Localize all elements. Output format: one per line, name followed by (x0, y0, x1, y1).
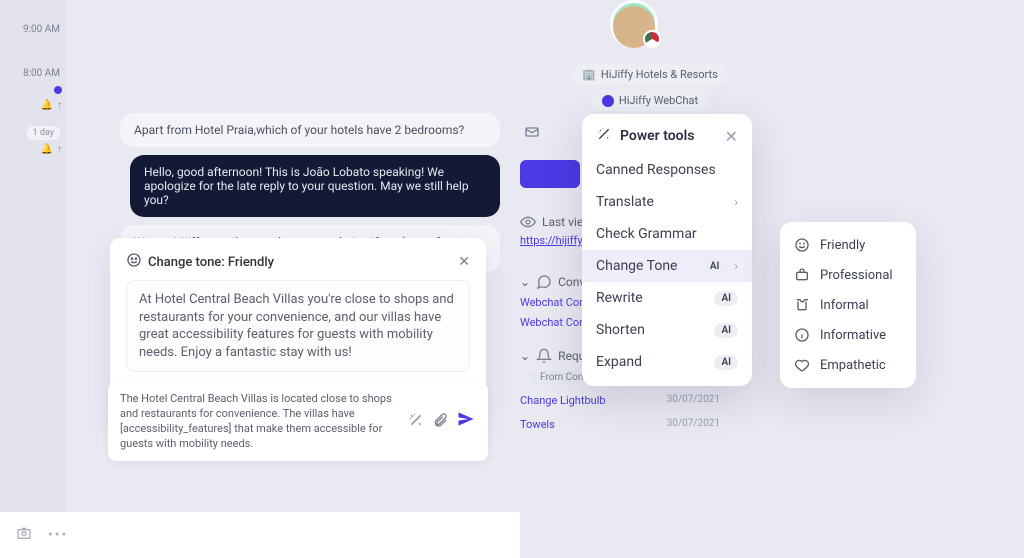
hotel-chip: 🏢HiJiffy Hotels & Resorts (572, 64, 728, 85)
ai-badge: AI (714, 323, 738, 338)
chevron-down-icon: ⌄ (520, 349, 530, 363)
ai-badge: AI (714, 355, 738, 370)
power-item-grammar[interactable]: Check Grammar (582, 218, 752, 250)
request-row[interactable]: Change Lightbulb30/07/2021 (520, 394, 720, 407)
tone-submenu: Friendly Professional Informal Informati… (780, 222, 916, 388)
power-item-rewrite[interactable]: RewriteAI (582, 282, 752, 314)
power-item-expand[interactable]: ExpandAI (582, 346, 752, 378)
arrow-up-icon: ↑ (57, 100, 62, 111)
unread-dot-icon (54, 86, 62, 94)
mail-icon[interactable] (524, 124, 540, 144)
smile-icon (126, 252, 142, 272)
power-item-shorten[interactable]: ShortenAI (582, 314, 752, 346)
chat-icon (602, 95, 614, 107)
power-item-translate[interactable]: Translate› (582, 186, 752, 218)
more-icon[interactable]: ••• (48, 527, 68, 543)
magic-wand-icon (596, 126, 612, 146)
channel-chip: HiJiffy WebChat (592, 90, 708, 111)
building-icon: 🏢 (582, 68, 596, 81)
left-rail: 9:00 AM 8:00 AM 🔔 ↑ 1 day 🔔 ↑ (0, 0, 66, 558)
tone-option-friendly[interactable]: Friendly (780, 230, 916, 260)
power-item-change-tone[interactable]: Change ToneAI› (582, 250, 752, 282)
priority-icons: 🔔 ↑ (41, 100, 62, 111)
attachment-icon[interactable] (432, 412, 448, 432)
magic-wand-icon[interactable] (408, 412, 424, 432)
compose-bar: The Hotel Central Beach Villas is locate… (108, 382, 488, 461)
conversation-link[interactable]: Webchat Conv (520, 316, 591, 329)
send-icon[interactable] (456, 409, 476, 434)
power-tools-popover: Power tools ✕ Canned Responses Translate… (582, 114, 752, 386)
chevron-right-icon: › (734, 259, 738, 273)
bottom-bar: ••• (0, 512, 520, 558)
request-row[interactable]: Towels30/07/2021 (520, 418, 720, 431)
chevron-down-icon: ⌄ (520, 275, 530, 289)
guest-message: Apart from Hotel Praia,which of your hot… (120, 113, 500, 147)
power-item-canned[interactable]: Canned Responses (582, 154, 752, 186)
close-icon[interactable]: ✕ (458, 254, 470, 270)
power-tools-title: Power tools (620, 128, 694, 144)
compose-input[interactable]: The Hotel Central Beach Villas is locate… (120, 392, 400, 451)
arrow-up-icon: ↑ (57, 144, 62, 155)
action-button[interactable] (520, 160, 580, 188)
tone-card-title: Change tone: Friendly (148, 255, 274, 270)
tone-option-informal[interactable]: Informal (780, 290, 916, 320)
camera-icon[interactable] (16, 525, 32, 545)
last-viewed-link[interactable]: https://hijiffy. (520, 234, 585, 247)
tone-option-informative[interactable]: Informative (780, 320, 916, 350)
ai-badge: AI (714, 291, 738, 306)
chevron-right-icon: › (734, 195, 738, 209)
timestamp: 9:00 AM (23, 24, 60, 35)
country-flag-icon (643, 30, 661, 48)
close-icon[interactable]: ✕ (725, 127, 738, 146)
timestamp: 8:00 AM (23, 68, 60, 79)
agent-message: Hello, good afternoon! This is João Loba… (130, 155, 500, 217)
bell-icon: 🔔 (41, 144, 53, 155)
conversation-link[interactable]: Webchat Conv (520, 296, 591, 309)
ai-badge: AI (703, 259, 727, 274)
tone-option-professional[interactable]: Professional (780, 260, 916, 290)
age-pill: 1 day (27, 126, 60, 140)
tone-option-empathetic[interactable]: Empathetic (780, 350, 916, 380)
tone-preview-text: At Hotel Central Beach Villas you're clo… (126, 280, 470, 372)
bell-icon: 🔔 (41, 100, 53, 111)
priority-icons: 🔔 ↑ (41, 144, 62, 155)
